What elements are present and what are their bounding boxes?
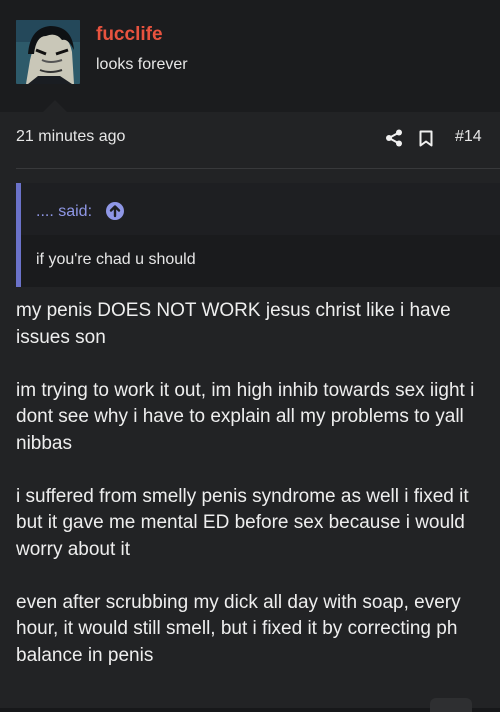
avatar[interactable] (16, 20, 80, 84)
user-header: fucclife looks forever (0, 0, 500, 112)
username[interactable]: fucclife (96, 24, 163, 46)
quote-author[interactable]: .... said: (36, 203, 92, 221)
post-paragraph: i suffered from smelly penis syndrome as… (16, 485, 469, 560)
post-number[interactable]: #14 (455, 128, 482, 146)
post-paragraph: my penis DOES NOT WORK jesus christ like… (16, 300, 451, 348)
post-timestamp[interactable]: 21 minutes ago (16, 128, 125, 146)
quote-text: if you're chad u should (36, 251, 196, 268)
quote-header: .... said: (21, 183, 500, 235)
arrow-up-circle-icon[interactable] (105, 201, 125, 226)
share-icon[interactable] (385, 129, 403, 152)
post-card: fucclife looks forever 21 minutes ago #1… (0, 0, 500, 712)
post-body: my penis DOES NOT WORK jesus christ like… (16, 298, 492, 696)
post-paragraph: even after scrubbing my dick all day wit… (16, 591, 461, 666)
post-paragraph: im trying to work it out, im high inhib … (16, 379, 475, 454)
bookmark-icon[interactable] (419, 130, 433, 152)
header-pointer (43, 100, 67, 112)
user-title: looks forever (96, 56, 188, 73)
divider (16, 168, 500, 169)
post-action-button[interactable] (430, 698, 472, 712)
quote-block: .... said: if you're chad u should (16, 183, 500, 287)
